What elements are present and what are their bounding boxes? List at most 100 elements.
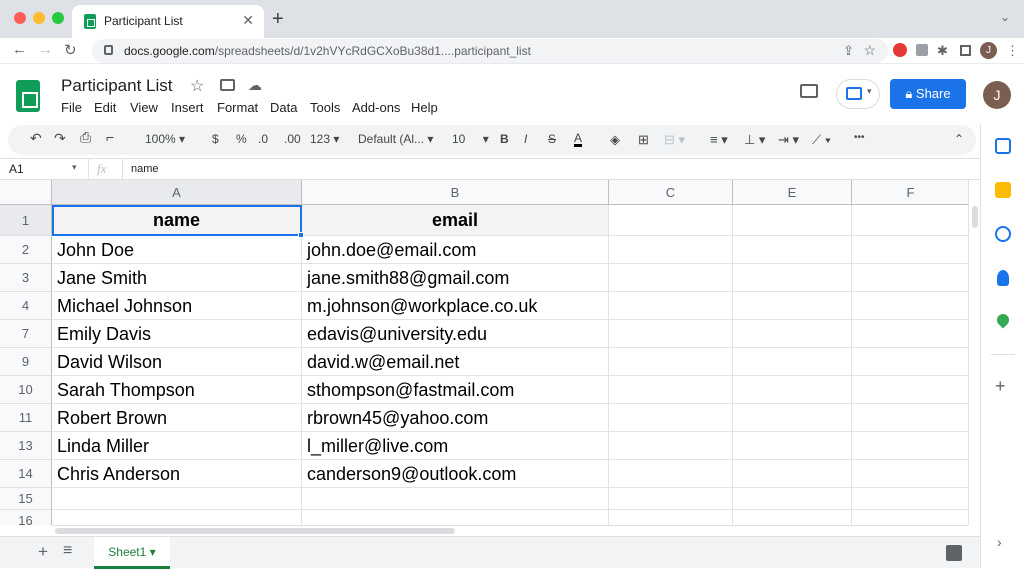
menu-edit[interactable]: Edit [94,100,116,115]
paint-format-icon[interactable]: ⌐ [106,129,114,145]
empty-cell[interactable] [733,404,852,432]
strikethrough-button[interactable]: S [548,132,556,146]
move-folder-icon[interactable] [220,79,235,91]
cell-name[interactable] [52,510,302,525]
close-window-button[interactable] [14,12,26,24]
row-header[interactable]: 13 [0,432,52,460]
expand-panel-icon[interactable]: › [997,534,1002,550]
vertical-align-icon[interactable]: ⊥ ▾ [744,132,765,148]
browser-tab[interactable]: Participant List ✕ [72,5,264,38]
row-header[interactable]: 9 [0,348,52,376]
tab-close-icon[interactable]: ✕ [242,12,254,29]
empty-cell[interactable] [609,264,733,292]
empty-cell[interactable] [609,292,733,320]
empty-cell[interactable] [852,348,968,376]
cell-name[interactable]: Emily Davis [52,320,302,348]
more-formats-select[interactable]: 123 ▾ [310,132,339,146]
bookmark-star-icon[interactable]: ☆ [863,42,876,59]
menu-format[interactable]: Format [217,100,258,115]
document-title[interactable]: Participant List [61,76,173,96]
cell-name[interactable]: Sarah Thompson [52,376,302,404]
vertical-scrollbar[interactable] [968,180,980,525]
currency-button[interactable]: $ [212,132,219,146]
empty-cell[interactable] [609,348,733,376]
name-box-dropdown-icon[interactable]: ▾ [72,162,77,173]
empty-cell[interactable] [609,432,733,460]
header-cell-email[interactable]: email [302,205,609,236]
cell-name[interactable]: David Wilson [52,348,302,376]
more-options-icon[interactable]: ••• [854,132,865,143]
empty-cell[interactable] [852,376,968,404]
row-header[interactable]: 10 [0,376,52,404]
back-icon[interactable]: ← [12,41,27,58]
sheets-logo-icon[interactable] [16,80,40,112]
empty-cell[interactable] [733,432,852,460]
share-page-icon[interactable]: ⇪ [843,43,854,59]
column-header-a[interactable]: A [52,180,302,205]
empty-cell[interactable] [609,404,733,432]
row-header[interactable]: 15 [0,488,52,510]
cell-name[interactable]: Jane Smith [52,264,302,292]
comments-icon[interactable] [800,84,818,98]
font-select[interactable]: Default (Al... ▾ [358,132,433,146]
row-header[interactable]: 7 [0,320,52,348]
empty-cell[interactable] [733,264,852,292]
empty-cell[interactable] [852,264,968,292]
explore-icon[interactable] [946,545,962,561]
empty-cell[interactable] [733,510,852,525]
row-header[interactable]: 11 [0,404,52,432]
menu-addons[interactable]: Add-ons [352,100,400,115]
empty-cell[interactable] [733,348,852,376]
empty-cell[interactable] [609,488,733,510]
extension-red-icon[interactable] [893,43,907,57]
cell-email[interactable]: john.doe@email.com [302,236,609,264]
present-button[interactable]: ▾ [836,79,880,109]
all-sheets-icon[interactable]: ≡ [63,542,72,560]
vertical-scroll-thumb[interactable] [972,206,978,228]
maximize-window-button[interactable] [52,12,64,24]
cell-email[interactable]: sthompson@fastmail.com [302,376,609,404]
empty-cell[interactable] [609,510,733,525]
column-header-c[interactable]: C [609,180,733,205]
cell-email[interactable] [302,510,609,525]
add-sheet-button[interactable]: + [38,542,48,562]
empty-cell[interactable] [852,460,968,488]
horizontal-align-icon[interactable]: ≡ ▾ [710,132,728,148]
text-rotation-icon[interactable]: ⟋ ▾ [812,132,831,148]
cell-email[interactable]: m.johnson@workplace.co.uk [302,292,609,320]
menu-help[interactable]: Help [411,100,438,115]
profile-avatar[interactable]: J [980,42,997,59]
font-size-select[interactable]: 10 ▾ [452,132,489,146]
empty-cell[interactable] [852,488,968,510]
empty-cell[interactable] [733,205,852,236]
cell-email[interactable]: rbrown45@yahoo.com [302,404,609,432]
forward-icon[interactable]: → [38,41,53,58]
row-header[interactable]: 1 [0,205,52,236]
empty-cell[interactable] [852,205,968,236]
cell-name[interactable]: Chris Anderson [52,460,302,488]
menu-insert[interactable]: Insert [171,100,204,115]
merge-cells-icon[interactable]: ⊟ ▾ [664,132,685,148]
empty-cell[interactable] [733,376,852,404]
select-all-corner[interactable] [0,180,52,205]
sheet-tab[interactable]: Sheet1 ▾ [94,537,170,569]
browser-menu-icon[interactable]: ⋮ [1006,43,1019,59]
cell-name[interactable] [52,488,302,510]
sheet-tab-dropdown-icon[interactable]: ▾ [150,545,156,559]
sidebar-toggle-icon[interactable] [960,45,971,56]
row-header[interactable]: 3 [0,264,52,292]
tab-search-icon[interactable]: ⌄ [1000,10,1010,24]
italic-button[interactable]: I [524,132,527,146]
empty-cell[interactable] [733,320,852,348]
fill-handle[interactable] [298,232,304,238]
reload-icon[interactable]: ↻ [64,41,77,59]
empty-cell[interactable] [609,460,733,488]
redo-icon[interactable]: ↷ [54,130,66,147]
cell-email[interactable]: l_miller@live.com [302,432,609,460]
empty-cell[interactable] [733,460,852,488]
name-box[interactable]: A1 [9,162,24,176]
cell-email[interactable]: david.w@email.net [302,348,609,376]
menu-tools[interactable]: Tools [310,100,340,115]
horizontal-scroll-thumb[interactable] [55,528,455,534]
empty-cell[interactable] [733,292,852,320]
